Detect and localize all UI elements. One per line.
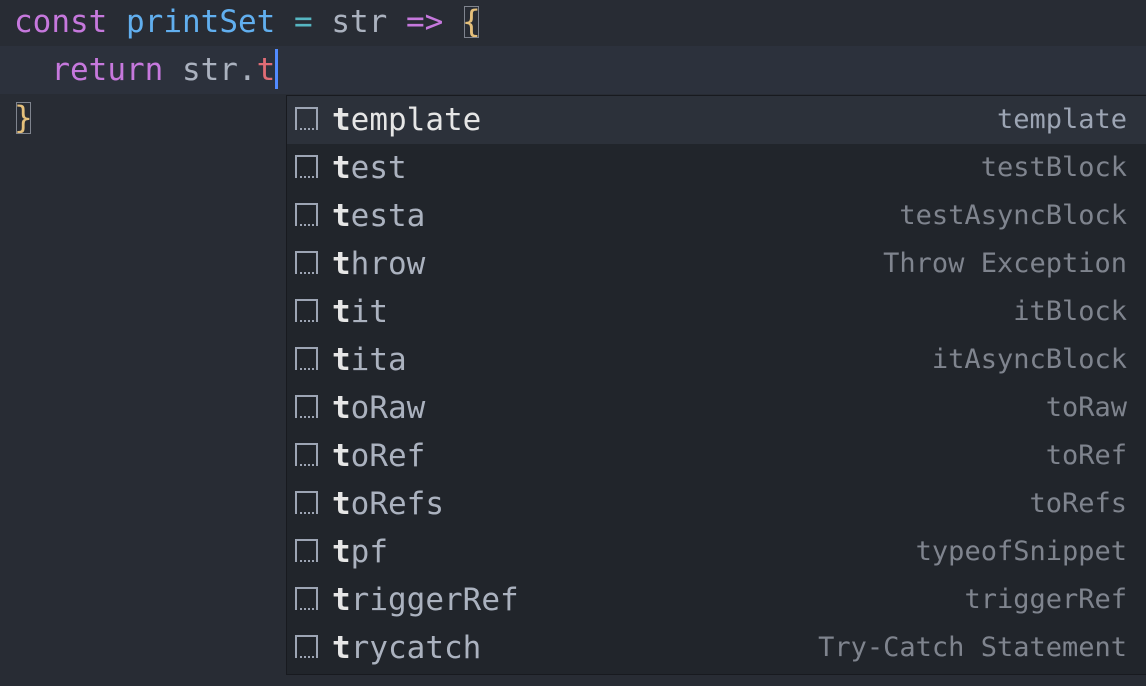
code-editor[interactable]: const printSet = str => { return str.t }…: [0, 0, 1146, 686]
suggestion-item[interactable]: test testBlock: [287, 144, 1146, 192]
typed-text: t: [256, 52, 276, 88]
keyword-return: return: [51, 52, 164, 88]
code-line-2[interactable]: return str.t: [0, 46, 1146, 94]
suggestion-label: tita: [332, 336, 407, 384]
suggestion-match: t: [332, 630, 351, 666]
suggestion-label: toRefs: [332, 480, 444, 528]
snippet-icon: [295, 251, 318, 274]
snippet-icon: [295, 491, 318, 514]
suggestion-rest: oRef: [350, 438, 426, 474]
suggestion-match: t: [332, 534, 351, 570]
param-name: str: [331, 4, 388, 40]
suggestion-rest: riggerRef: [350, 582, 519, 618]
suggestion-detail: typeofSnippet: [915, 536, 1127, 567]
suggestion-rest: oRefs: [350, 486, 444, 522]
arrow-operator: =>: [406, 4, 444, 40]
suggestion-rest: rycatch: [350, 630, 482, 666]
suggestion-detail: Try-Catch Statement: [818, 632, 1127, 663]
snippet-icon: [295, 107, 318, 130]
suggestion-label: trycatch: [332, 624, 481, 672]
suggestion-rest: esta: [350, 198, 426, 234]
function-name: printSet: [126, 4, 276, 40]
suggestion-rest: pf: [350, 534, 388, 570]
suggestion-match: t: [332, 102, 351, 138]
suggestion-item[interactable]: testa testAsyncBlock: [287, 192, 1146, 240]
snippet-icon: [295, 203, 318, 226]
suggestion-match: t: [332, 246, 351, 282]
suggestion-label: toRef: [332, 432, 425, 480]
suggestion-item[interactable]: template template: [287, 96, 1146, 144]
suggestion-item[interactable]: trycatch Try-Catch Statement: [287, 624, 1146, 672]
snippet-icon: [295, 635, 318, 658]
snippet-icon: [295, 155, 318, 178]
suggestion-match: t: [332, 294, 351, 330]
suggestion-item[interactable]: toRaw toRaw: [287, 384, 1146, 432]
suggestion-label: tit: [332, 288, 388, 336]
snippet-icon: [295, 395, 318, 418]
suggestion-item[interactable]: tita itAsyncBlock: [287, 336, 1146, 384]
suggestion-label: testa: [332, 192, 425, 240]
suggestion-detail: toRaw: [1045, 392, 1127, 423]
suggestion-detail: testBlock: [980, 152, 1127, 183]
code-line-1[interactable]: const printSet = str => {: [0, 0, 1146, 46]
suggestion-match: t: [332, 198, 351, 234]
suggestion-rest: it: [350, 294, 388, 330]
snippet-icon: [295, 299, 318, 322]
suggestion-rest: oRaw: [350, 390, 426, 426]
suggestion-detail: triggerRef: [964, 584, 1127, 615]
suggestion-item[interactable]: tit itBlock: [287, 288, 1146, 336]
suggestion-match: t: [332, 438, 351, 474]
keyword-const: const: [14, 4, 108, 40]
snippet-icon: [295, 587, 318, 610]
suggestion-item[interactable]: toRefs toRefs: [287, 480, 1146, 528]
suggestion-label: test: [332, 144, 407, 192]
close-brace: }: [14, 100, 33, 136]
suggestion-detail: itBlock: [1013, 296, 1127, 327]
suggestion-match: t: [332, 486, 351, 522]
suggestion-detail: itAsyncBlock: [931, 344, 1127, 375]
autocomplete-suggestions[interactable]: template template test testBlock testa testAs…: [286, 95, 1146, 675]
open-brace: {: [462, 4, 481, 40]
suggestion-detail: template: [996, 104, 1127, 135]
suggestion-detail: toRef: [1045, 440, 1127, 471]
suggestion-item[interactable]: tpf typeofSnippet: [287, 528, 1146, 576]
suggestion-match: t: [332, 582, 351, 618]
suggestion-rest: est: [350, 150, 407, 186]
suggestion-match: t: [332, 342, 351, 378]
suggestion-label: throw: [332, 240, 425, 288]
suggestion-match: t: [332, 150, 351, 186]
suggestion-item[interactable]: triggerRef triggerRef: [287, 576, 1146, 624]
snippet-icon: [295, 347, 318, 370]
suggestion-label: triggerRef: [332, 576, 519, 624]
suggestion-label: tpf: [332, 528, 388, 576]
suggestion-item[interactable]: toRef toRef: [287, 432, 1146, 480]
suggestion-rest: hrow: [350, 246, 426, 282]
suggestion-label: toRaw: [332, 384, 425, 432]
snippet-icon: [295, 539, 318, 562]
suggestion-rest: ita: [350, 342, 407, 378]
text-cursor: [275, 48, 279, 89]
snippet-icon: [295, 443, 318, 466]
suggestion-item[interactable]: throw Throw Exception: [287, 240, 1146, 288]
suggestion-detail: toRefs: [1029, 488, 1127, 519]
suggestion-detail: testAsyncBlock: [899, 200, 1127, 231]
equals-operator: =: [293, 4, 313, 40]
suggestion-match: t: [332, 390, 351, 426]
suggestion-rest: emplate: [350, 102, 482, 138]
object-accessor: str.: [181, 52, 257, 88]
suggestion-detail: Throw Exception: [883, 248, 1127, 279]
suggestion-label: template: [332, 96, 481, 144]
